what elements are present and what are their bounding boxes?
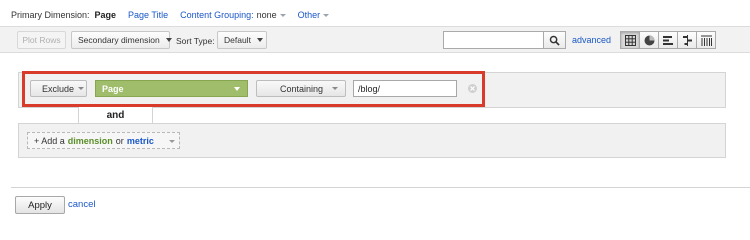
primary-dimension-bar: Primary Dimension: Page Page Title Conte…	[11, 8, 330, 22]
table-search-input[interactable]	[443, 31, 544, 49]
dimension-word: dimension	[67, 135, 113, 146]
dropdown-arrow-icon	[169, 140, 175, 143]
plot-rows-button[interactable]: Plot Rows	[17, 31, 66, 49]
secondary-dimension-dropdown[interactable]: Secondary dimension	[71, 31, 172, 49]
dropdown-arrow-icon	[256, 38, 263, 42]
secondary-dimension-label: Secondary dimension	[78, 35, 160, 45]
sort-type-value: Default	[224, 35, 251, 45]
other-dimension-dropdown[interactable]: Other	[298, 10, 330, 20]
performance-view-icon	[662, 35, 673, 45]
sort-type-label: Sort Type:	[176, 36, 215, 46]
pie-view-button[interactable]	[639, 31, 659, 49]
and-connector: and	[78, 107, 153, 123]
content-grouping-label[interactable]: Content Grouping:	[180, 10, 254, 20]
add-dimension-or-metric-button[interactable]: + Add a dimension or metric	[27, 132, 180, 149]
pivot-view-button[interactable]	[696, 31, 716, 49]
table-view-button[interactable]	[620, 31, 640, 49]
footer-divider	[11, 187, 750, 188]
comparison-view-icon	[682, 34, 692, 46]
pivot-view-icon	[700, 35, 712, 46]
report-toolbar: Plot Rows Secondary dimension Sort Type:…	[0, 26, 750, 53]
pie-view-icon	[644, 35, 654, 45]
apply-label: Apply	[28, 199, 52, 211]
content-grouping-value[interactable]: none	[257, 10, 277, 20]
performance-view-button[interactable]	[658, 31, 678, 49]
dropdown-arrow-icon	[165, 38, 172, 42]
advanced-filter-link[interactable]: advanced	[572, 35, 611, 45]
plot-rows-label: Plot Rows	[22, 35, 61, 45]
primary-dimension-current: Page	[94, 10, 117, 20]
primary-dimension-label: Primary Dimension:	[11, 10, 90, 20]
chevron-down-icon	[279, 13, 286, 17]
highlight-annotation-box	[22, 71, 485, 107]
content-grouping-dropdown[interactable]: Content Grouping: none	[180, 10, 286, 20]
page-title-link[interactable]: Page Title	[128, 10, 168, 20]
chevron-down-icon	[323, 13, 330, 17]
table-view-icon	[624, 34, 636, 46]
search-icon	[549, 35, 560, 46]
search-button[interactable]	[544, 31, 566, 49]
view-switcher	[620, 31, 716, 49]
comparison-view-button[interactable]	[677, 31, 697, 49]
sort-type-dropdown[interactable]: Default	[217, 31, 267, 49]
add-prefix: + Add a	[34, 135, 65, 146]
metric-word: metric	[126, 135, 154, 146]
apply-button[interactable]: Apply	[15, 196, 65, 214]
other-link[interactable]: Other	[298, 10, 321, 20]
cancel-link[interactable]: cancel	[68, 199, 95, 210]
or-word: or	[115, 135, 124, 146]
